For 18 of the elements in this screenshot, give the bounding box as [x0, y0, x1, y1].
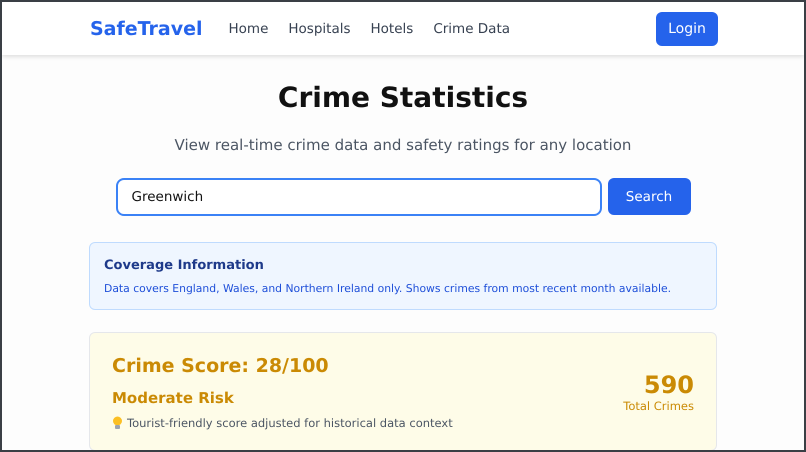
- risk-level: Moderate Risk: [112, 389, 235, 407]
- nav-link[interactable]: Crime Data: [433, 20, 510, 36]
- score-note: Tourist-friendly score adjusted for historical data context: [127, 416, 453, 430]
- page-subtitle: View real-time crime data and safety ratings for any location: [174, 136, 632, 154]
- search-field[interactable]: Greenwich: [116, 178, 602, 216]
- nav-link[interactable]: Hospitals: [288, 20, 351, 36]
- coverage-title: Coverage Information: [104, 258, 265, 273]
- nav-link[interactable]: Hotels: [370, 20, 414, 36]
- nav-link[interactable]: Home: [228, 20, 268, 36]
- total-crimes-label: Total Crimes: [623, 399, 694, 413]
- crime-score: Crime Score: 28/100: [112, 355, 330, 377]
- login-button[interactable]: Login: [656, 12, 718, 46]
- coverage-text: Data covers England, Wales, and Northern Ireland only. Shows crimes from most recent month available.: [104, 282, 672, 295]
- total-crimes-count: 590: [644, 371, 694, 399]
- logo[interactable]: SafeTravel: [90, 18, 203, 40]
- light-bulb-icon: [112, 416, 123, 430]
- search-button[interactable]: Search: [608, 178, 690, 215]
- page-title: Crime Statistics: [278, 81, 528, 114]
